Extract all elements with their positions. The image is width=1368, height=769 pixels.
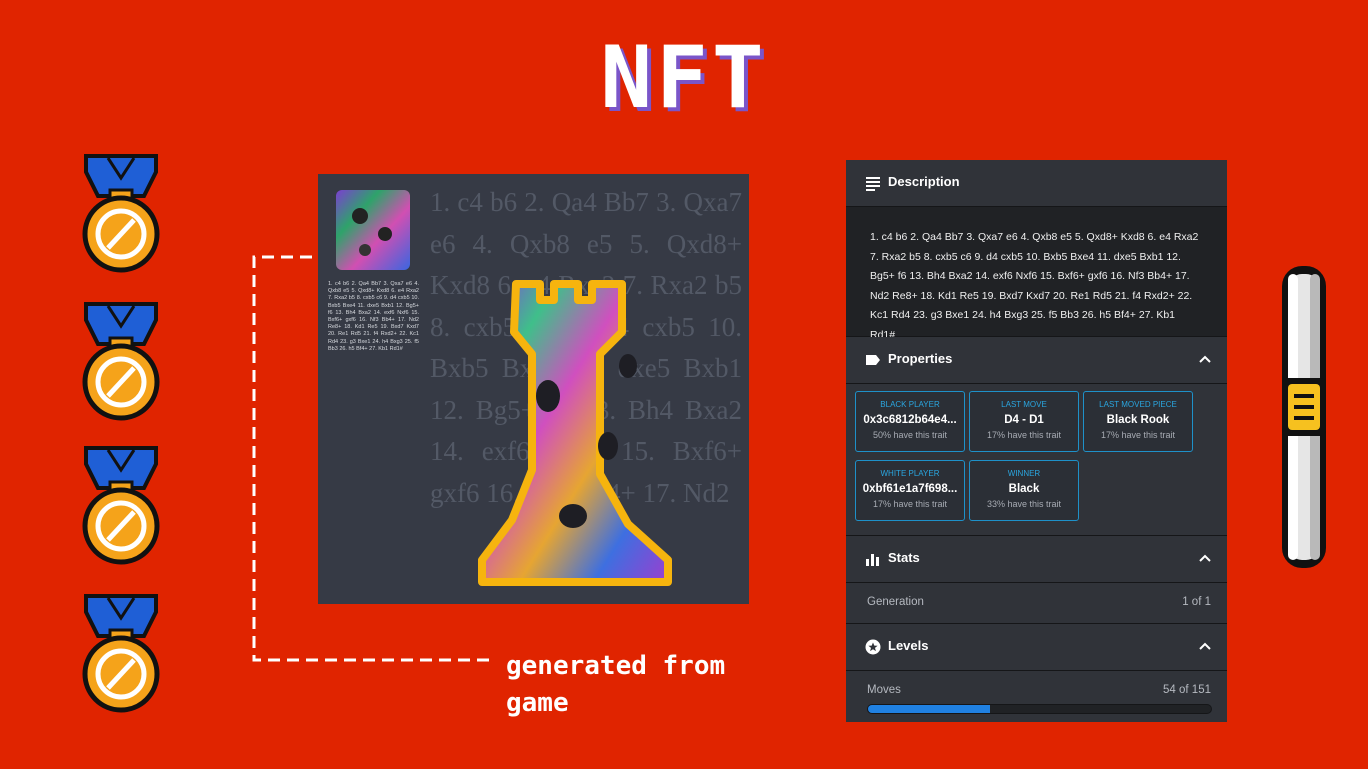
caption-line-2: game <box>506 688 569 718</box>
trait-rarity: 50% have this trait <box>872 430 948 440</box>
trait-card[interactable]: WHITE PLAYER 0xbf61e1a7f698... 17% have … <box>855 460 965 521</box>
caption-text: generated from game <box>506 648 725 722</box>
caption-line-1: generated from <box>506 651 726 681</box>
trait-rarity: 33% have this trait <box>986 499 1062 509</box>
rook-piece-icon <box>478 280 672 586</box>
level-label: Moves <box>867 684 901 696</box>
trait-rarity: 17% have this trait <box>872 499 948 509</box>
stat-value: 1 of 1 <box>1182 596 1211 608</box>
trait-card[interactable]: LAST MOVE D4 - D1 17% have this trait <box>969 391 1079 452</box>
stat-label: Generation <box>867 596 924 608</box>
trait-rarity: 17% have this trait <box>1100 430 1176 440</box>
description-label: Description <box>888 174 960 189</box>
trait-type: WHITE PLAYER <box>880 469 940 478</box>
bar-chart-icon <box>866 554 879 566</box>
trait-card[interactable]: WINNER Black 33% have this trait <box>969 460 1079 521</box>
star-circle-icon <box>865 639 881 655</box>
gold-medal-icon <box>82 302 160 421</box>
trait-value: D4 - D1 <box>1004 414 1044 426</box>
level-progress-fill <box>868 705 991 713</box>
tag-icon <box>866 355 880 365</box>
stats-header[interactable]: Stats <box>846 536 1227 583</box>
description-text: 1. c4 b6 2. Qa4 Bb7 3. Qxa7 e6 4. Qxb8 e… <box>846 207 1227 341</box>
level-row-moves: Moves 54 of 151 <box>846 671 1227 722</box>
levels-header[interactable]: Levels <box>846 624 1227 671</box>
trait-card[interactable]: LAST MOVED PIECE Black Rook 17% have thi… <box>1083 391 1193 452</box>
page-title: NFT <box>600 28 768 128</box>
chevron-up-icon[interactable] <box>1199 641 1211 651</box>
trait-value: Black <box>1008 483 1040 495</box>
trait-type: LAST MOVE <box>1001 400 1047 409</box>
level-value: 54 of 151 <box>1163 684 1211 696</box>
trait-type: BLACK PLAYER <box>880 400 940 409</box>
level-progress-bar <box>867 704 1212 714</box>
trait-value: 0xbf61e1a7f698... <box>862 483 958 495</box>
description-header[interactable]: Description <box>846 160 1227 207</box>
description-icon <box>866 177 880 191</box>
nft-image[interactable]: 1. c4 b6 2. Qa4 Bb7 3. Qxa7 e6 4. Qxb8 e… <box>318 174 749 604</box>
gold-medal-icon <box>82 154 160 273</box>
nft-small-moves: 1. c4 b6 2. Qa4 Bb7 3. Qxa7 e6 4. Qxb8 e… <box>328 281 419 352</box>
chevron-up-icon[interactable] <box>1199 553 1211 563</box>
properties-header[interactable]: Properties <box>846 337 1227 384</box>
properties-label: Properties <box>888 351 953 366</box>
gold-medal-icon <box>82 446 160 565</box>
stat-row-generation: Generation 1 of 1 <box>846 583 1227 624</box>
levels-label: Levels <box>888 638 929 653</box>
trait-value: Black Rook <box>1106 414 1170 426</box>
chevron-up-icon[interactable] <box>1199 354 1211 364</box>
scroll-icon <box>1282 266 1326 568</box>
trait-value: 0x3c6812b64e4... <box>863 414 957 426</box>
trait-type: LAST MOVED PIECE <box>1099 400 1177 409</box>
trait-card[interactable]: BLACK PLAYER 0x3c6812b64e4... 50% have t… <box>855 391 965 452</box>
properties-grid: BLACK PLAYER 0x3c6812b64e4... 50% have t… <box>846 384 1227 536</box>
trait-type: WINNER <box>1007 469 1041 478</box>
nft-details-panel: Description 1. c4 b6 2. Qa4 Bb7 3. Qxa7 … <box>846 160 1227 722</box>
trait-rarity: 17% have this trait <box>986 430 1062 440</box>
gold-medal-icon <box>82 594 160 713</box>
rook-thumbnail <box>336 190 410 270</box>
stats-label: Stats <box>888 550 920 565</box>
